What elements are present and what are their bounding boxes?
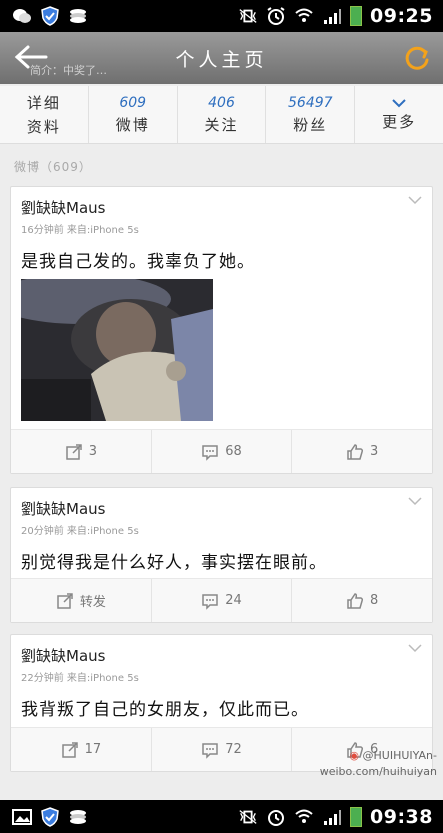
image-icon <box>12 808 32 826</box>
stat-label: 粉丝 <box>293 115 328 134</box>
comment-icon <box>202 593 218 610</box>
mute-vibrate-icon <box>238 808 258 826</box>
chevron-down-icon[interactable] <box>408 643 422 653</box>
signal-icon <box>322 7 342 25</box>
post-author[interactable]: 劉缺缺Maus <box>21 498 105 519</box>
repost-count: 转发 <box>79 595 106 610</box>
thumbs-up-icon <box>347 443 364 460</box>
app-header: 简介：中奖了… 个人主页 <box>0 32 443 84</box>
comment-count: 72 <box>225 742 242 757</box>
post-actions: 转发 24 8 <box>11 578 432 622</box>
battery-icon <box>350 6 363 26</box>
watermark: ◉ @HUIHUIYAn- weibo.com/huihuiyan <box>320 748 437 780</box>
repost-icon <box>57 592 73 609</box>
section-label: 微博（609） <box>14 160 92 174</box>
comment-button[interactable]: 68 <box>152 430 293 473</box>
comment-icon <box>202 444 218 461</box>
post-author[interactable]: 劉缺缺Maus <box>21 645 105 666</box>
back-arrow-icon[interactable] <box>14 44 48 70</box>
watermark-handle: @HUIHUIYAn- <box>362 749 437 762</box>
comment-button[interactable]: 72 <box>152 728 293 771</box>
post-actions: 3 68 3 <box>11 429 432 473</box>
repost-icon <box>65 443 82 460</box>
repost-button[interactable]: 转发 <box>11 579 152 622</box>
post-text: 我背叛了自己的女朋友，仅此而已。 <box>21 700 309 720</box>
post-meta: 22分钟前 来自:iPhone 5s <box>21 673 139 684</box>
stat-following[interactable]: 406 关注 <box>178 86 267 143</box>
alarm-icon <box>266 7 286 25</box>
post-photo[interactable] <box>21 279 213 421</box>
chevron-down-icon[interactable] <box>408 496 422 506</box>
status-bar-bottom: 09:38 <box>0 800 443 833</box>
stat-followers[interactable]: 56497 粉丝 <box>266 86 356 143</box>
comment-count: 24 <box>225 593 242 608</box>
profile-stats: 详细 资料 609 微博 406 关注 56497 粉丝 更多 <box>0 86 443 144</box>
stat-label: 更多 <box>382 112 417 131</box>
refresh-icon[interactable] <box>403 44 431 72</box>
repost-button[interactable]: 17 <box>11 728 152 771</box>
like-button[interactable]: 3 <box>292 430 432 473</box>
post-card: 劉缺缺Maus 16分钟前 来自:iPhone 5s 是我自己发的。我辜负了她。… <box>10 186 433 474</box>
repost-button[interactable]: 3 <box>11 430 152 473</box>
stack-icon <box>68 7 88 25</box>
post-author[interactable]: 劉缺缺Maus <box>21 197 105 218</box>
repost-count: 3 <box>88 444 97 459</box>
stat-number: 406 <box>208 94 235 111</box>
post-text: 是我自己发的。我辜负了她。 <box>21 252 255 272</box>
comment-icon <box>202 742 218 759</box>
watermark-url: weibo.com/huihuiyan <box>319 765 437 778</box>
comment-count: 68 <box>225 444 242 459</box>
repost-icon <box>61 741 78 758</box>
like-count: 3 <box>370 444 379 459</box>
stat-label: 详细 <box>26 94 61 112</box>
post-meta: 20分钟前 来自:iPhone 5s <box>21 526 139 537</box>
mute-vibrate-icon <box>238 7 258 25</box>
post-card: 劉缺缺Maus 20分钟前 来自:iPhone 5s 别觉得我是什么好人，事实摆… <box>10 487 433 623</box>
shield-icon <box>40 806 60 827</box>
wifi-icon <box>294 7 314 25</box>
chevron-down-icon[interactable] <box>408 195 422 205</box>
stat-profile-details[interactable]: 详细 资料 <box>0 86 89 143</box>
battery-icon <box>350 806 363 827</box>
post-text: 别觉得我是什么好人，事实摆在眼前。 <box>21 553 327 573</box>
status-time: 09:38 <box>370 805 433 828</box>
chevron-down-icon <box>392 98 406 107</box>
stat-number: 609 <box>119 94 147 111</box>
alarm-icon <box>266 808 286 826</box>
stack-icon <box>68 808 88 826</box>
status-bar: 09:25 <box>0 0 443 32</box>
thumbs-up-icon <box>347 592 364 609</box>
stat-label: 关注 <box>204 115 239 134</box>
like-count: 8 <box>370 593 379 608</box>
stat-label: 微博 <box>115 115 150 134</box>
stat-number: 56497 <box>288 94 333 111</box>
repost-count: 17 <box>84 742 102 757</box>
stat-label: 资料 <box>26 118 61 136</box>
status-time: 09:25 <box>370 5 433 27</box>
signal-icon <box>322 808 342 826</box>
stat-weibo[interactable]: 609 微博 <box>89 86 178 143</box>
like-button[interactable]: 8 <box>292 579 432 622</box>
shield-icon <box>40 6 60 26</box>
weibo-logo-icon: ◉ <box>349 749 360 762</box>
wifi-icon <box>294 808 314 826</box>
wechat-icon <box>12 7 32 25</box>
stat-more[interactable]: 更多 <box>355 86 443 143</box>
post-meta: 16分钟前 来自:iPhone 5s <box>21 225 139 236</box>
comment-button[interactable]: 24 <box>152 579 293 622</box>
